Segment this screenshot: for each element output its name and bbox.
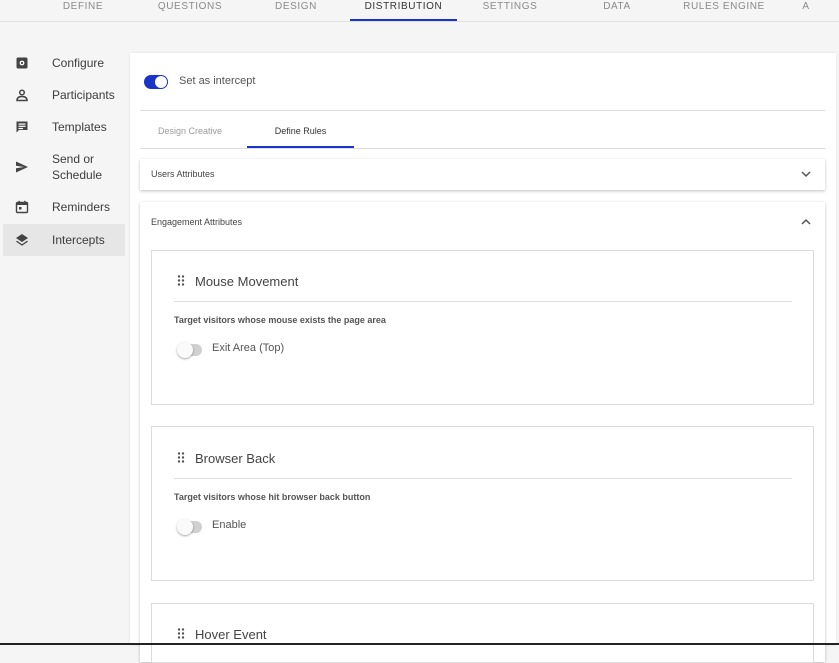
enable-toggle-label: Enable bbox=[212, 519, 247, 531]
sidebar-item-intercepts[interactable]: Intercepts bbox=[3, 224, 125, 256]
sidebar-item-label: Participants bbox=[52, 88, 115, 102]
top-navigation: DEFINE QUESTIONS DESIGN DISTRIBUTION SET… bbox=[0, 0, 839, 22]
exit-area-toggle[interactable] bbox=[177, 342, 202, 358]
rule-card-browser-back: Browser Back Target visitors whose hit b… bbox=[151, 426, 814, 581]
rule-card-mouse-movement: Mouse Movement Target visitors whose mou… bbox=[151, 250, 814, 405]
sidebar-item-label: Send or bbox=[52, 152, 95, 166]
toggle-knob bbox=[177, 519, 193, 535]
subtab-define-rules[interactable]: Define Rules bbox=[247, 126, 354, 148]
divider bbox=[140, 110, 825, 111]
tab-define[interactable]: DEFINE bbox=[52, 0, 114, 21]
drag-handle-icon[interactable] bbox=[177, 275, 185, 286]
subtab-design-creative[interactable]: Design Creative bbox=[158, 126, 222, 136]
panel-title: Users Attributes bbox=[151, 169, 215, 179]
rule-card-hover-event: Hover Event bbox=[151, 603, 814, 663]
tab-data[interactable]: DATA bbox=[590, 0, 644, 21]
divider bbox=[174, 478, 792, 479]
sidebar-item-participants[interactable]: Participants bbox=[3, 82, 125, 108]
sidebar-item-templates[interactable]: Templates bbox=[3, 114, 125, 140]
tab-distribution[interactable]: DISTRIBUTION bbox=[350, 0, 457, 21]
message-icon bbox=[16, 121, 28, 133]
enable-toggle[interactable] bbox=[177, 519, 202, 535]
toggle-knob bbox=[177, 342, 193, 358]
sidebar-item-label: Intercepts bbox=[52, 233, 105, 247]
sidebar-item-label: Templates bbox=[52, 120, 107, 134]
chevron-down-icon[interactable] bbox=[801, 170, 811, 178]
tab-questions[interactable]: QUESTIONS bbox=[150, 0, 230, 21]
tab-rules-engine[interactable]: RULES ENGINE bbox=[680, 0, 768, 21]
tab-design[interactable]: DESIGN bbox=[265, 0, 327, 21]
exit-area-toggle-label: Exit Area (Top) bbox=[212, 342, 285, 354]
sidebar-item-configure[interactable]: Configure bbox=[3, 50, 125, 76]
toggle-knob bbox=[155, 76, 167, 88]
sidebar-item-label: Reminders bbox=[52, 200, 111, 214]
drag-handle-icon[interactable] bbox=[177, 452, 185, 463]
card-description: Target visitors whose mouse exists the p… bbox=[174, 315, 386, 325]
card-title: Hover Event bbox=[195, 627, 267, 642]
sidebar: Configure Participants Templates Send or… bbox=[0, 22, 128, 645]
chevron-up-icon[interactable] bbox=[801, 218, 811, 226]
intercept-toggle-label: Set as intercept bbox=[179, 75, 256, 87]
person-icon bbox=[16, 89, 28, 102]
card-title: Mouse Movement bbox=[195, 274, 299, 289]
sidebar-item-send-or-schedule[interactable]: Send or Schedule bbox=[3, 146, 125, 188]
sidebar-item-label: Configure bbox=[52, 56, 105, 70]
tab-a[interactable]: A bbox=[797, 0, 815, 21]
sidebar-item-reminders[interactable]: Reminders bbox=[3, 194, 125, 220]
gear-icon bbox=[16, 57, 28, 69]
card-description: Target visitors whose hit browser back b… bbox=[174, 492, 371, 502]
sidebar-item-label-line2: Schedule bbox=[52, 168, 103, 182]
divider bbox=[140, 148, 825, 149]
drag-handle-icon[interactable] bbox=[177, 628, 185, 639]
layers-icon bbox=[16, 234, 28, 246]
intercept-toggle[interactable] bbox=[144, 75, 168, 89]
tab-settings[interactable]: SETTINGS bbox=[478, 0, 542, 21]
divider bbox=[174, 301, 792, 302]
users-attributes-panel[interactable]: Users Attributes bbox=[140, 159, 825, 190]
calendar-icon bbox=[15, 200, 29, 214]
card-title: Browser Back bbox=[195, 451, 276, 466]
send-icon bbox=[16, 161, 28, 173]
panel-title: Engagement Attributes bbox=[151, 217, 243, 227]
main-content: Set as intercept Design Creative Define … bbox=[130, 53, 836, 663]
